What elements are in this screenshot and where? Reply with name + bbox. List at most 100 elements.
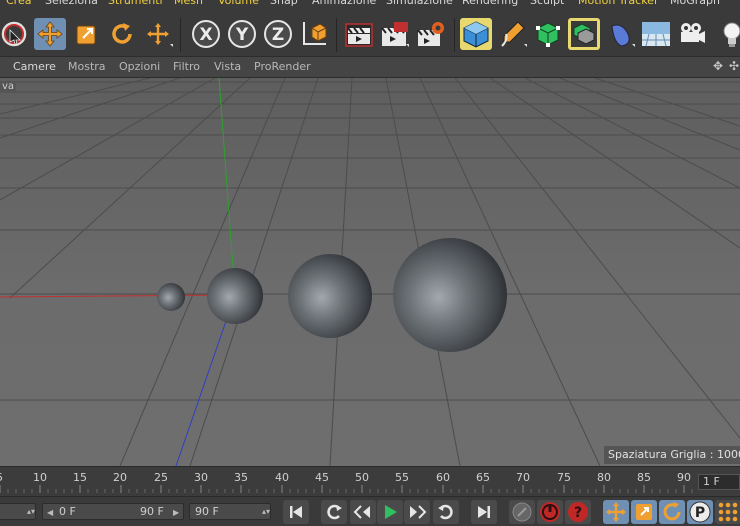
3d-viewport[interactable]: va Spaziatura Griglia : 1000 cm xyxy=(0,78,740,466)
view-pan-icon[interactable]: ✥ xyxy=(713,59,723,73)
menu-motion-tracker[interactable]: Motion Tracker xyxy=(578,0,658,8)
grid-spacing-info: Spaziatura Griglia : 1000 cm xyxy=(604,446,740,464)
menu-seleziona[interactable]: Seleziona xyxy=(45,0,98,8)
key-rotation-button[interactable] xyxy=(659,500,685,524)
timeline-tick: 70 xyxy=(516,471,530,484)
record-keys-button[interactable] xyxy=(509,500,535,524)
timeline[interactable]: 5 10 15 20 25 30 35 40 45 50 55 60 65 70… xyxy=(0,466,740,496)
end-frame-value: 90 F xyxy=(195,505,219,518)
timeline-tick: 60 xyxy=(436,471,450,484)
timeline-tick: 50 xyxy=(355,471,369,484)
main-toolbar: X Y Z xyxy=(0,8,740,56)
sphere-large[interactable] xyxy=(393,238,507,352)
timeline-tick: 20 xyxy=(113,471,127,484)
menu-mesh[interactable]: Mesh xyxy=(174,0,203,8)
key-position-button[interactable] xyxy=(603,500,629,524)
toolbar-separator xyxy=(180,18,181,52)
viewport-scene xyxy=(0,78,740,466)
view-menu-mostra[interactable]: Mostra xyxy=(68,60,106,74)
menu-strumenti[interactable]: Strumenti xyxy=(108,0,163,8)
autokeying-button[interactable] xyxy=(537,500,563,524)
next-frame-button[interactable] xyxy=(404,500,430,524)
toolbar-separator xyxy=(336,18,337,52)
view-zoom-icon[interactable]: ✣ xyxy=(729,59,739,73)
last-tool-icon[interactable] xyxy=(142,18,174,50)
view-menu-filtro[interactable]: Filtro xyxy=(173,60,200,74)
start-frame-stepper[interactable]: ▴▾ xyxy=(0,503,36,520)
timeline-tick: 80 xyxy=(597,471,611,484)
timeline-tick: 90 xyxy=(677,471,691,484)
keyframe-selection-button[interactable]: ? xyxy=(565,500,591,524)
menu-volume[interactable]: Volume xyxy=(218,0,259,8)
z-axis-letter: Z xyxy=(272,25,284,45)
play-forward-button[interactable] xyxy=(377,500,403,524)
viewport-label: va xyxy=(0,81,17,92)
preview-min-value: 0 F xyxy=(59,505,76,518)
x-axis-letter: X xyxy=(199,25,212,45)
animation-controls: ▴▾ ◀ 0 F 90 F ▶ 90 F ▴▾ ? P xyxy=(0,496,740,526)
render-settings-icon[interactable] xyxy=(414,18,446,50)
live-selection-icon[interactable] xyxy=(0,18,32,50)
go-to-end-button[interactable] xyxy=(471,500,497,524)
view-menu-opzioni[interactable]: Opzioni xyxy=(119,60,160,74)
cinema4d-window: { "menu": { "items": [ {"label": "Crea",… xyxy=(0,0,740,526)
sphere-medium-large[interactable] xyxy=(288,254,372,338)
menu-sculpt[interactable]: Sculpt xyxy=(530,0,564,8)
camera-icon[interactable] xyxy=(676,18,708,50)
view-menu-prorender[interactable]: ProRender xyxy=(254,60,311,74)
deformer-icon[interactable] xyxy=(604,18,636,50)
range-left-arrow-icon[interactable]: ◀ xyxy=(47,505,53,520)
timeline-tick: 85 xyxy=(637,471,651,484)
menu-crea[interactable]: Crea xyxy=(6,0,31,8)
timeline-tick: 30 xyxy=(194,471,208,484)
move-icon[interactable] xyxy=(34,18,66,50)
sphere-medium-small[interactable] xyxy=(207,268,263,324)
timeline-tick: 25 xyxy=(154,471,168,484)
coordinate-system-icon[interactable] xyxy=(298,18,330,50)
range-right-arrow-icon[interactable]: ▶ xyxy=(173,505,179,520)
z-axis-lock-icon[interactable]: Z xyxy=(262,18,294,50)
y-axis-letter: Y xyxy=(235,25,249,45)
array-icon[interactable] xyxy=(568,18,600,50)
cube-icon[interactable] xyxy=(460,18,492,50)
preview-range-slider[interactable]: ◀ 0 F 90 F ▶ xyxy=(42,503,184,520)
key-pla-button[interactable] xyxy=(715,500,740,524)
sphere-small[interactable] xyxy=(157,283,185,311)
stepper-arrows-icon[interactable]: ▴▾ xyxy=(262,504,270,519)
view-menu-camere[interactable]: Camere xyxy=(13,60,56,74)
timeline-tick: 35 xyxy=(234,471,248,484)
timeline-tick: 65 xyxy=(476,471,490,484)
y-axis-lock-icon[interactable]: Y xyxy=(226,18,258,50)
current-frame-field[interactable]: 1 F xyxy=(698,474,740,490)
stepper-arrows-icon[interactable]: ▴▾ xyxy=(27,504,35,519)
menu-simulazione[interactable]: Simulazione xyxy=(386,0,453,8)
x-axis-lock-icon[interactable]: X xyxy=(190,18,222,50)
menu-mograph[interactable]: MoGraph xyxy=(670,0,720,8)
go-to-start-button[interactable] xyxy=(283,500,309,524)
next-keyframe-button[interactable] xyxy=(433,500,459,524)
svg-text:?: ? xyxy=(574,505,582,521)
svg-text:P: P xyxy=(695,505,705,521)
render-to-picture-viewer-icon[interactable] xyxy=(378,18,410,50)
timeline-tick: 75 xyxy=(557,471,571,484)
menu-animazione[interactable]: Animazione xyxy=(312,0,376,8)
previous-keyframe-button[interactable] xyxy=(321,500,347,524)
floor-icon[interactable] xyxy=(640,18,672,50)
subdivision-icon[interactable] xyxy=(532,18,564,50)
timeline-ruler[interactable] xyxy=(0,485,696,495)
key-scale-button[interactable] xyxy=(631,500,657,524)
menu-rendering[interactable]: Rendering xyxy=(462,0,518,8)
scale-icon[interactable] xyxy=(70,18,102,50)
previous-frame-button[interactable] xyxy=(350,500,376,524)
viewport-menu-bar: Camere Mostra Opzioni Filtro Vista ProRe… xyxy=(0,56,740,78)
view-menu-vista[interactable]: Vista xyxy=(214,60,241,74)
pen-icon[interactable] xyxy=(496,18,528,50)
light-icon[interactable] xyxy=(712,18,740,50)
menu-snap[interactable]: Snap xyxy=(270,0,298,8)
toolbar-separator xyxy=(454,18,455,52)
key-parameter-button[interactable]: P xyxy=(687,500,713,524)
timeline-tick: 10 xyxy=(33,471,47,484)
end-frame-field[interactable]: 90 F ▴▾ xyxy=(189,503,271,520)
render-view-icon[interactable] xyxy=(342,18,374,50)
rotate-icon[interactable] xyxy=(106,18,138,50)
